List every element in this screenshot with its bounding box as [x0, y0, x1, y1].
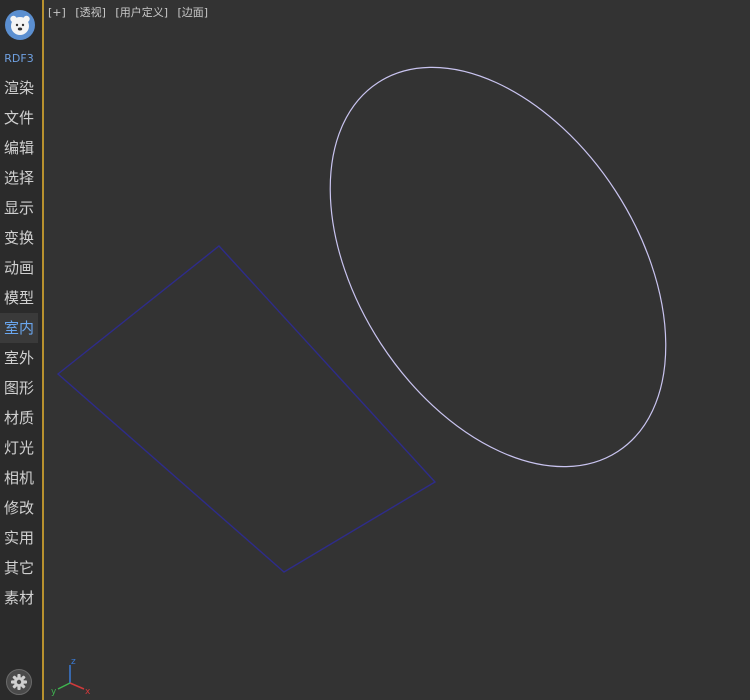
axis-z-label: z: [71, 657, 76, 667]
sidebar-menu: 渲染 文件 编辑 选择 显示 变换 动画 模型 室内 室外 图形 材质 灯光 相…: [0, 73, 40, 613]
ellipse-shape[interactable]: [261, 6, 735, 528]
axis-y-label: y: [51, 687, 57, 697]
bear-logo-icon[interactable]: [5, 10, 35, 40]
axis-x-label: x: [85, 687, 91, 697]
sidebar-item-model[interactable]: 模型: [0, 283, 38, 313]
sidebar-item-render[interactable]: 渲染: [0, 73, 38, 103]
sidebar-item-file[interactable]: 文件: [0, 103, 38, 133]
rectangle-shape[interactable]: [56, 245, 437, 573]
sidebar-item-interior[interactable]: 室内: [0, 313, 38, 343]
sidebar-item-utilities[interactable]: 实用: [0, 523, 38, 553]
sidebar-item-cameras[interactable]: 相机: [0, 463, 38, 493]
sidebar-item-edit[interactable]: 编辑: [0, 133, 38, 163]
sidebar-item-shapes[interactable]: 图形: [0, 373, 38, 403]
sidebar-item-animation[interactable]: 动画: [0, 253, 38, 283]
sidebar-item-display[interactable]: 显示: [0, 193, 38, 223]
sidebar-item-exterior[interactable]: 室外: [0, 343, 38, 373]
sidebar-item-transform[interactable]: 变换: [0, 223, 38, 253]
app-window: RDF3 渲染 文件 编辑 选择 显示 变换 动画 模型 室内 室外 图形 材质…: [0, 0, 750, 700]
axis-gizmo: z x y: [51, 657, 91, 697]
sidebar-item-select[interactable]: 选择: [0, 163, 38, 193]
brand-label: RDF3: [4, 52, 34, 65]
sidebar-item-other[interactable]: 其它: [0, 553, 38, 583]
sidebar-item-assets[interactable]: 素材: [0, 583, 38, 613]
sidebar-item-lights[interactable]: 灯光: [0, 433, 38, 463]
sidebar-item-materials[interactable]: 材质: [0, 403, 38, 433]
perspective-viewport[interactable]: [+] [透视] [用户定义] [边面] z x y: [44, 0, 750, 700]
sidebar: RDF3 渲染 文件 编辑 选择 显示 变换 动画 模型 室内 室外 图形 材质…: [0, 0, 44, 700]
gear-icon[interactable]: [6, 669, 32, 695]
scene-canvas[interactable]: [44, 0, 750, 700]
sidebar-item-modify[interactable]: 修改: [0, 493, 38, 523]
